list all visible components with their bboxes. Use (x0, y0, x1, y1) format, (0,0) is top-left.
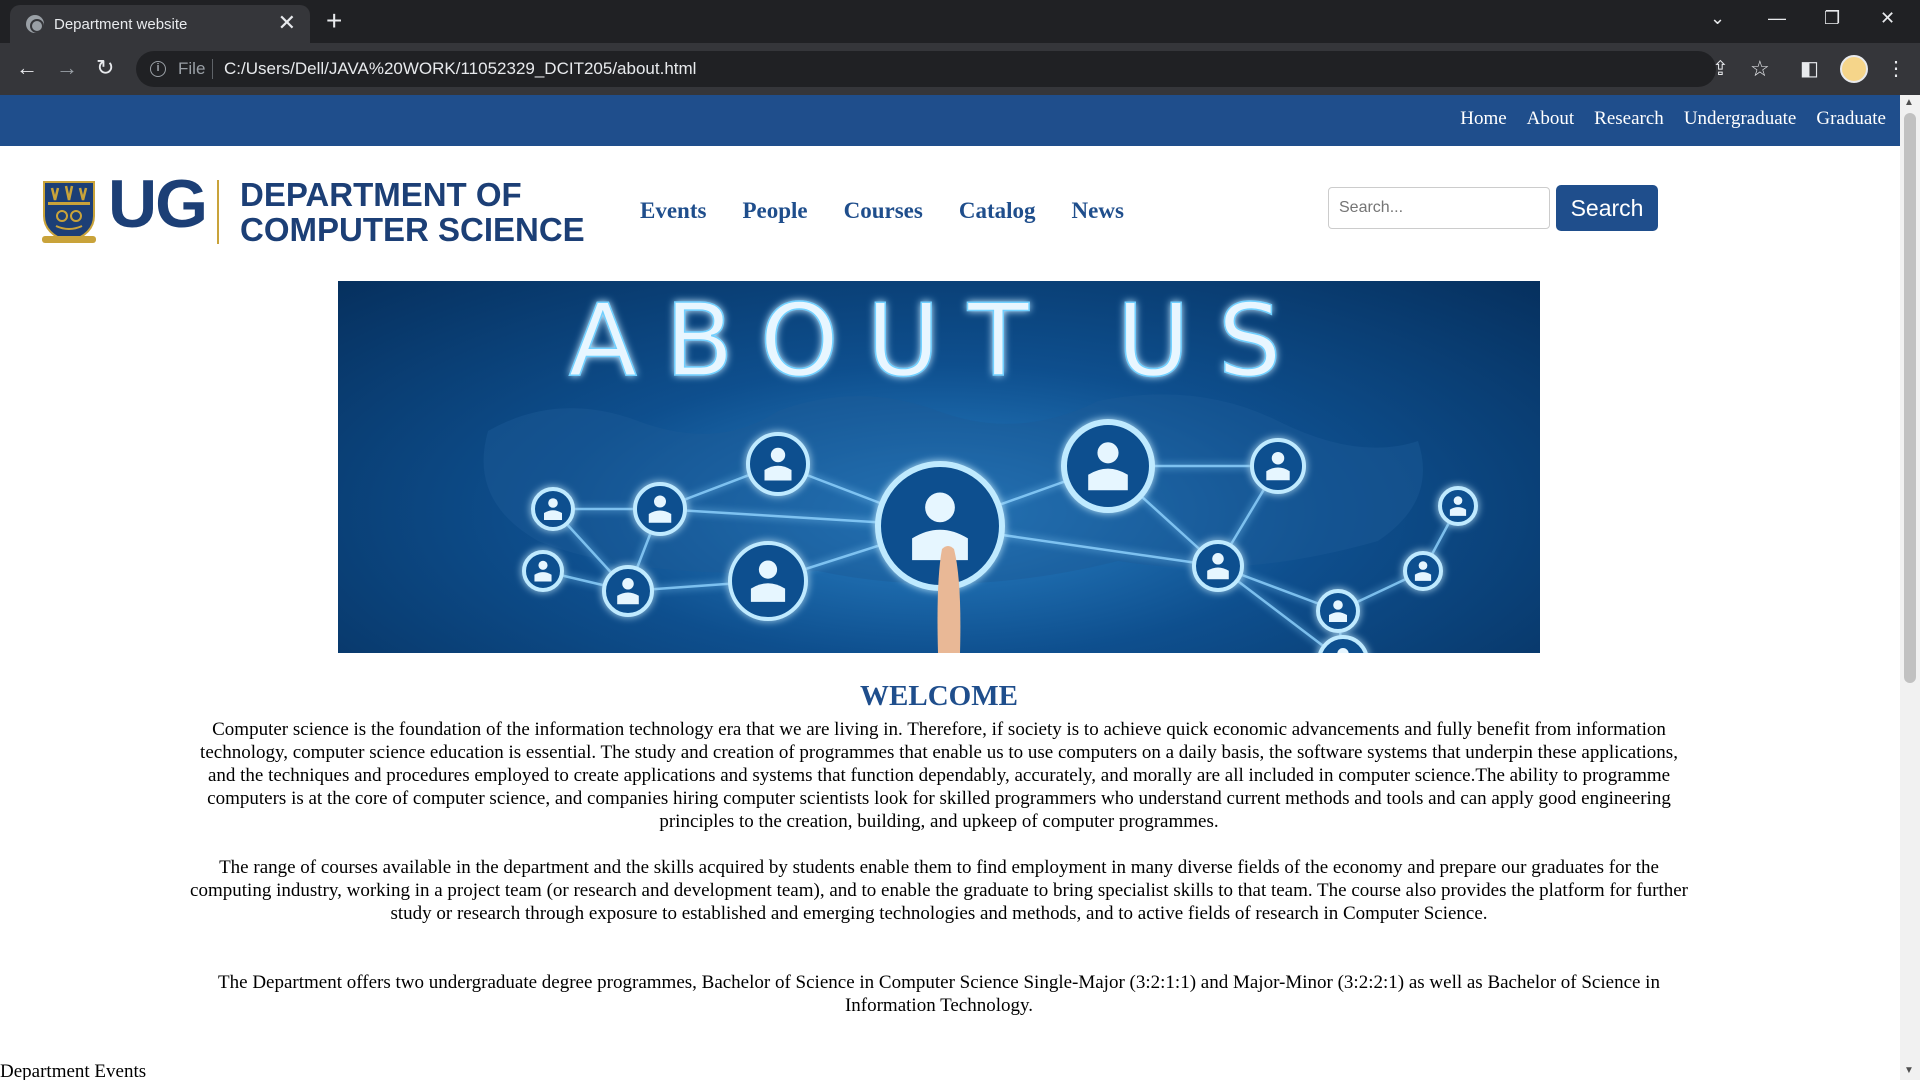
browser-tab[interactable]: Department website ✕ (10, 5, 310, 43)
logo-line-2: COMPUTER SCIENCE (240, 211, 585, 248)
avatar[interactable] (1840, 55, 1868, 83)
network-illustration: ABOUT US (483, 281, 1478, 653)
about-us-banner: ABOUT US (338, 281, 1540, 653)
topnav-link-home[interactable]: Home (1460, 108, 1506, 130)
person-node-icon (522, 550, 564, 592)
topnav-link-graduate[interactable]: Graduate (1816, 108, 1886, 130)
close-icon[interactable]: ✕ (278, 11, 296, 35)
chevron-down-icon[interactable]: ⌄ (1710, 6, 1725, 30)
globe-icon (26, 15, 44, 33)
star-icon[interactable]: ☆ (1750, 55, 1770, 83)
programmes-paragraph: The Department offers two undergraduate … (218, 972, 1660, 1016)
nav-link-news[interactable]: News (1072, 198, 1124, 224)
logo-department-name: DEPARTMENT OF COMPUTER SCIENCE (240, 177, 585, 247)
nav-link-people[interactable]: People (742, 198, 807, 224)
person-node-icon (1250, 438, 1306, 494)
search-input[interactable] (1328, 187, 1550, 229)
page-scrollbar[interactable]: ▲ ▼ (1900, 95, 1920, 1080)
person-node-icon (531, 487, 575, 531)
search-button[interactable]: Search (1556, 185, 1658, 231)
plus-icon[interactable]: + (326, 6, 342, 36)
side-panel-icon[interactable]: ◧ (1800, 55, 1819, 83)
person-node-icon (633, 482, 687, 536)
scroll-up-icon[interactable]: ▲ (1904, 97, 1914, 108)
welcome-heading: WELCOME (860, 680, 1018, 712)
omnibox-divider (212, 59, 213, 79)
tab-title: Department website (54, 16, 188, 33)
minimize-icon[interactable]: — (1768, 6, 1786, 30)
person-node-icon (1403, 551, 1443, 591)
topnav-link-undergraduate[interactable]: Undergraduate (1684, 108, 1797, 130)
person-node-icon (746, 432, 810, 496)
browser-tab-strip: Department website ✕ + ⌄ — ❐ ✕ (0, 0, 1920, 43)
top-nav-links: Home About Research Undergraduate Gradua… (1460, 108, 1886, 130)
university-crest-icon[interactable] (40, 176, 98, 246)
person-node-icon (1438, 486, 1478, 526)
main-navigation: Events People Courses Catalog News (640, 198, 1124, 224)
address-bar[interactable]: i File C:/Users/Dell/JAVA%20WORK/1105232… (136, 51, 1770, 87)
back-arrow-icon[interactable]: ← (16, 53, 38, 83)
banner-title: ABOUT US (569, 282, 1310, 399)
restore-icon[interactable]: ❐ (1824, 6, 1840, 30)
forward-arrow-icon[interactable]: → (56, 53, 78, 83)
courses-paragraph: The range of courses available in the de… (190, 857, 1688, 924)
topnav-link-research[interactable]: Research (1594, 108, 1664, 130)
nav-link-catalog[interactable]: Catalog (959, 198, 1036, 224)
top-navigation-bar: Home About Research Undergraduate Gradua… (0, 95, 1900, 146)
person-node-icon (1316, 589, 1360, 633)
logo-ug[interactable]: UG (108, 168, 208, 240)
reload-icon[interactable]: ↻ (96, 53, 114, 83)
person-node-icon (1192, 540, 1244, 592)
scroll-thumb[interactable] (1904, 113, 1916, 683)
nav-link-events[interactable]: Events (640, 198, 706, 224)
url-text[interactable]: C:/Users/Dell/JAVA%20WORK/11052329_DCIT2… (224, 59, 696, 79)
person-node-icon (728, 541, 808, 621)
intro-paragraph: Computer science is the foundation of th… (200, 719, 1678, 832)
logo-line-1: DEPARTMENT OF (240, 176, 522, 213)
scroll-down-icon[interactable]: ▼ (1904, 1065, 1914, 1076)
scheme-label: File (178, 59, 206, 78)
person-node-icon (602, 565, 654, 617)
kebab-menu-icon[interactable]: ⋮ (1886, 55, 1906, 83)
browser-toolbar: ← → ↻ i File C:/Users/Dell/JAVA%20WORK/1… (0, 43, 1920, 95)
person-node-icon (1061, 419, 1155, 513)
window-close-icon[interactable]: ✕ (1880, 6, 1895, 30)
site-header: UG DEPARTMENT OF COMPUTER SCIENCE Events… (0, 146, 1900, 276)
share-icon[interactable]: ⇪ (1712, 55, 1729, 83)
info-icon[interactable]: i (150, 61, 166, 77)
logo-divider (217, 180, 219, 244)
page-viewport: Home About Research Undergraduate Gradua… (0, 95, 1900, 1080)
nav-link-courses[interactable]: Courses (844, 198, 923, 224)
events-section-heading: Department Events (0, 1061, 147, 1080)
topnav-link-about[interactable]: About (1527, 108, 1575, 130)
person-node-icon (1318, 635, 1368, 653)
